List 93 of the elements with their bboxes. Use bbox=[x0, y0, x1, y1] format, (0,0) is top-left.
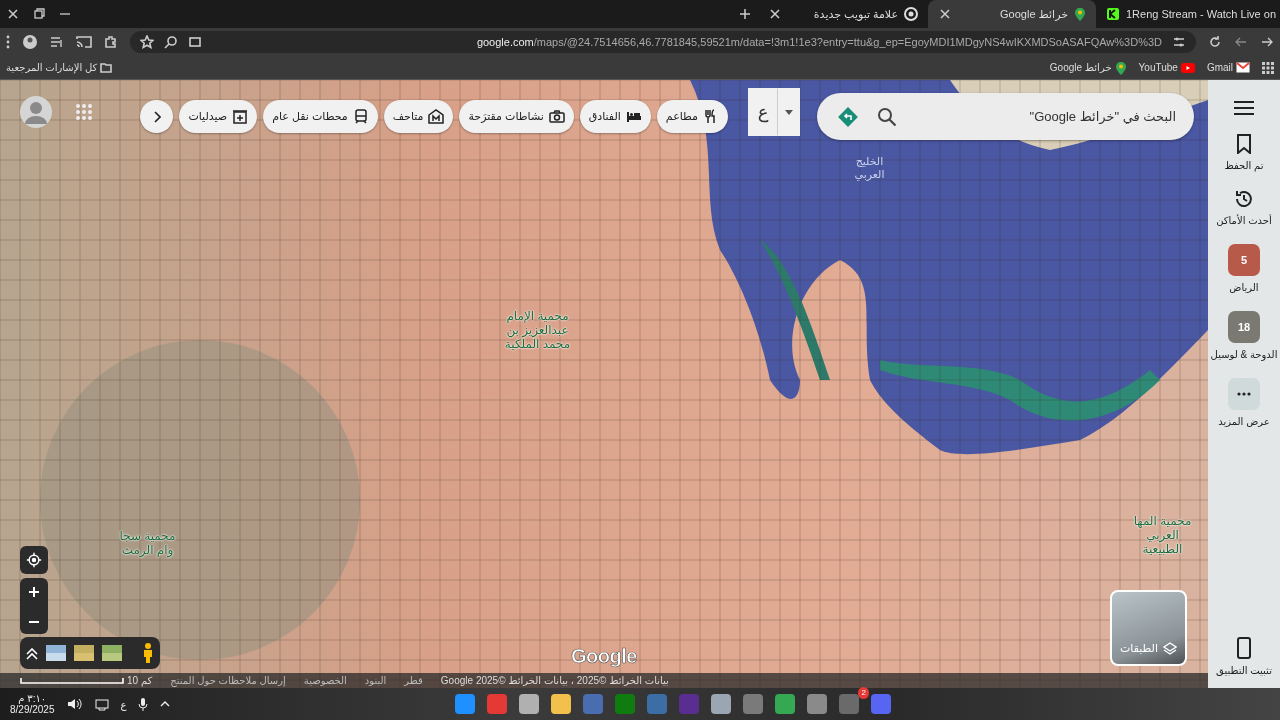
network-icon[interactable] bbox=[94, 697, 109, 711]
pharmacy-icon bbox=[232, 109, 249, 124]
forward-icon[interactable] bbox=[1234, 35, 1248, 49]
footer-link[interactable]: الخصوصية bbox=[303, 673, 347, 688]
more-icon bbox=[1237, 392, 1251, 396]
gmail-icon bbox=[1236, 62, 1250, 73]
search-input[interactable]: البحث في "خرائط Google" bbox=[915, 105, 1178, 128]
count-label: 18 bbox=[1237, 319, 1251, 335]
notification-badge: 2 bbox=[858, 687, 869, 699]
bookmark-link[interactable]: YouTube bbox=[1138, 60, 1195, 75]
new-tab-icon[interactable] bbox=[738, 7, 752, 21]
pegman-icon[interactable] bbox=[142, 643, 154, 663]
map-attribution: بيانات الخرائط ©2025 ، بيانات الخرائط ©2025 Google bbox=[440, 674, 669, 688]
taskbar-app-icon[interactable] bbox=[871, 694, 892, 714]
browser-tab[interactable]: خرائط Google bbox=[928, 0, 1096, 28]
bookmark-link[interactable]: خرائط Google bbox=[1049, 60, 1127, 75]
google-logo: Google bbox=[571, 644, 637, 669]
bookmark-icon bbox=[1236, 134, 1252, 154]
category-chip[interactable]: محطات نقل عام bbox=[263, 100, 378, 133]
sidebar-item[interactable]: أحدث الأماكن bbox=[1209, 183, 1279, 238]
cast-icon[interactable] bbox=[76, 35, 92, 49]
count-label: 5 bbox=[1240, 252, 1248, 268]
stream-favicon bbox=[1106, 7, 1120, 21]
taskbar-app-icon[interactable] bbox=[455, 694, 476, 714]
park-label: محمية سجا وام الرمث bbox=[118, 530, 177, 558]
menu-icon bbox=[1234, 100, 1254, 115]
back-icon[interactable] bbox=[1260, 35, 1274, 49]
chevron-right-icon bbox=[152, 110, 161, 123]
category-chip[interactable]: صيدليات bbox=[179, 100, 258, 133]
sidebar-item[interactable]: تثبيت التطبيق bbox=[1209, 631, 1279, 688]
footer-link[interactable]: إرسال ملاحظات حول المنتج bbox=[170, 673, 286, 688]
museum-icon bbox=[428, 109, 445, 124]
install-app-icon[interactable] bbox=[188, 35, 202, 49]
sidebar-item[interactable]: تم الحفظ bbox=[1209, 128, 1279, 183]
chevron-up-icon[interactable] bbox=[160, 701, 171, 707]
close-icon[interactable] bbox=[938, 7, 952, 21]
scale-label: 10 كم bbox=[127, 674, 153, 688]
map-thumbnail[interactable] bbox=[46, 645, 66, 661]
bookmark-star-icon[interactable] bbox=[140, 35, 154, 49]
all-bookmarks-link[interactable]: كل الإشارات المرجعية bbox=[6, 60, 113, 75]
double-chevron-up-icon bbox=[26, 647, 38, 660]
taskbar-app-icon[interactable] bbox=[519, 694, 540, 714]
site-settings-icon[interactable] bbox=[1172, 35, 1186, 49]
my-location-button[interactable] bbox=[20, 546, 48, 574]
taskbar-app-icon[interactable] bbox=[807, 694, 828, 714]
water-label: الخليج العربي bbox=[853, 155, 886, 181]
restore-icon[interactable] bbox=[32, 7, 46, 21]
zoom-icon[interactable] bbox=[164, 35, 178, 49]
taskbar-app-icon[interactable] bbox=[775, 694, 796, 714]
browser-tab[interactable]: 1Reng Stream - Watch Live on bbox=[1096, 0, 1280, 28]
profile-icon[interactable] bbox=[22, 34, 38, 50]
train-icon bbox=[352, 109, 369, 124]
map-pin-favicon bbox=[1114, 60, 1127, 75]
footer-link[interactable]: قطر bbox=[404, 673, 423, 688]
menu-icon[interactable] bbox=[6, 35, 10, 49]
caret-icon bbox=[785, 109, 793, 115]
microphone-icon[interactable] bbox=[138, 697, 149, 711]
apps-grid-icon[interactable] bbox=[1262, 61, 1274, 74]
chrome-favicon bbox=[904, 7, 918, 21]
map-thumbnail[interactable] bbox=[74, 645, 94, 661]
taskbar-app-icon[interactable] bbox=[743, 694, 764, 714]
playlist-icon[interactable] bbox=[50, 35, 64, 49]
bookmark-link[interactable]: Gmail bbox=[1206, 60, 1250, 75]
map-pin-favicon bbox=[1074, 7, 1086, 21]
scale-bar-icon bbox=[20, 677, 124, 684]
folder-icon bbox=[100, 62, 113, 73]
bed-icon bbox=[625, 109, 642, 124]
speaker-icon[interactable] bbox=[66, 697, 83, 711]
taskbar-app-icon[interactable] bbox=[711, 694, 732, 714]
close-icon[interactable] bbox=[768, 7, 782, 21]
close-icon[interactable] bbox=[6, 7, 20, 21]
layers-icon bbox=[1163, 642, 1177, 656]
search-field[interactable]: البحث في "خرائط Google" bbox=[817, 93, 1194, 140]
footer-link[interactable]: البنود bbox=[364, 673, 387, 688]
browser-tab[interactable]: علامة تبويب جديدة bbox=[758, 0, 928, 28]
search-icon[interactable] bbox=[877, 106, 897, 127]
history-icon bbox=[1234, 189, 1254, 209]
category-chip[interactable]: نشاطات مقترَحة bbox=[459, 100, 574, 133]
park-label: محمية المها العربي الطبيعية bbox=[1132, 515, 1193, 557]
plus-icon bbox=[28, 585, 40, 598]
map-thumbnail[interactable] bbox=[102, 645, 122, 661]
menu-button[interactable] bbox=[1234, 98, 1254, 116]
locate-icon bbox=[26, 550, 42, 570]
taskbar-app-icon[interactable] bbox=[551, 694, 572, 714]
sidebar-item[interactable]: عرض المزيد bbox=[1209, 372, 1279, 439]
reload-icon[interactable] bbox=[1208, 35, 1222, 49]
camera-icon bbox=[548, 109, 565, 124]
extension-icon[interactable] bbox=[104, 35, 118, 49]
keyboard-language-button[interactable]: ع bbox=[748, 88, 778, 136]
input-language-indicator[interactable]: ع bbox=[120, 696, 127, 712]
park-label: محمية الإمام عبدالعزيز بن محمد الملكية bbox=[503, 310, 572, 352]
youtube-icon bbox=[1180, 62, 1195, 73]
phone-icon bbox=[1237, 637, 1251, 659]
